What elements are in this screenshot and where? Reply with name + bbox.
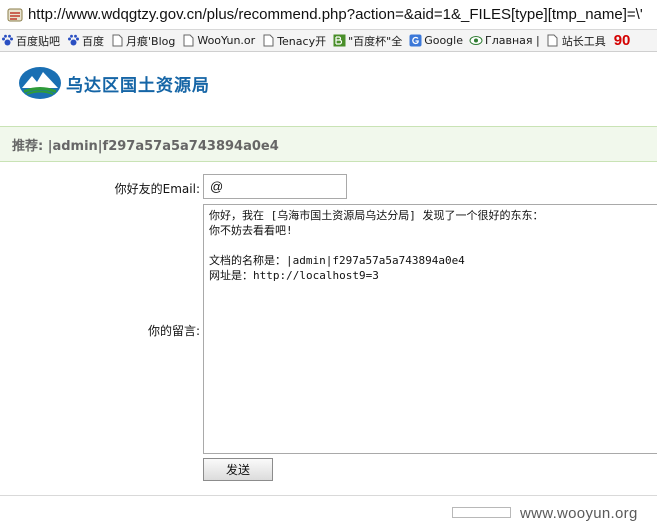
site-favicon-icon — [6, 6, 24, 24]
bookmark-label: 站长工具 — [561, 34, 606, 48]
bc-icon — [332, 34, 346, 48]
bookmark-item[interactable]: Google — [408, 34, 463, 48]
friend-email-input[interactable] — [203, 174, 347, 199]
footer-box — [452, 507, 511, 518]
bookmark-item[interactable]: 站长工具 — [546, 33, 606, 49]
recommend-title: 推荐: |admin|f297a57a5a743894a0e4 — [12, 138, 279, 154]
bookmark-label: Главная | — [485, 34, 540, 47]
bookmark-item[interactable]: WooYun.or — [181, 34, 255, 48]
footer-divider — [0, 495, 657, 496]
bookmark-label: 月痕'Blog — [126, 34, 176, 48]
site-title: 乌达区国土资源局 — [66, 75, 210, 96]
message-textarea[interactable]: 你好，我在 [乌海市国土资源局乌达分局] 发现了一个很好的东东： 你不妨去看看吧… — [203, 204, 657, 454]
address-bar[interactable]: http://www.wdqgtzy.gov.cn/plus/recommend… — [0, 0, 657, 30]
page-icon — [181, 34, 195, 48]
bookmark-item[interactable]: 百度 — [66, 33, 104, 49]
bookmark-label: Tenacy开 — [277, 34, 327, 48]
bookmark-label: 百度 — [82, 34, 104, 48]
bookmark-extra-badge[interactable]: 90 — [614, 32, 631, 49]
bookmarks-bar: 百度贴吧 百度 月痕'Blog WooYun.or Tenacy开 "百度杯"全 — [0, 30, 657, 52]
email-label: 你好友的Email: — [114, 182, 200, 196]
watermark-text: www.wooyun.org — [520, 505, 638, 522]
url-text[interactable]: http://www.wdqgtzy.gov.cn/plus/recommend… — [28, 6, 657, 23]
bookmark-label: WooYun.or — [197, 34, 256, 47]
bookmark-label: 百度贴吧 — [16, 34, 60, 48]
page-icon — [261, 34, 275, 48]
bookmark-item[interactable]: Tenacy开 — [261, 33, 326, 49]
bookmark-item[interactable]: "百度杯"全 — [332, 33, 402, 49]
recommend-bar: 推荐: |admin|f297a57a5a743894a0e4 — [0, 126, 657, 162]
page-icon — [110, 34, 124, 48]
bookmark-item[interactable]: 百度贴吧 — [0, 33, 60, 49]
bookmark-item[interactable]: 月痕'Blog — [110, 33, 175, 49]
message-label: 你的留言: — [147, 324, 200, 338]
send-button[interactable]: 发送 — [203, 458, 273, 481]
bookmark-label: "百度杯"全 — [348, 34, 403, 48]
mountain-logo-icon — [19, 67, 61, 99]
page-icon — [546, 34, 560, 48]
bookmark-label: Google — [424, 34, 463, 47]
paw-icon — [66, 34, 80, 48]
site-logo[interactable]: 乌达区国土资源局 — [18, 66, 232, 100]
bookmark-item[interactable]: Главная | — [469, 34, 540, 48]
eye-icon — [469, 34, 483, 48]
paw-icon — [0, 34, 14, 48]
google-icon — [408, 34, 422, 48]
